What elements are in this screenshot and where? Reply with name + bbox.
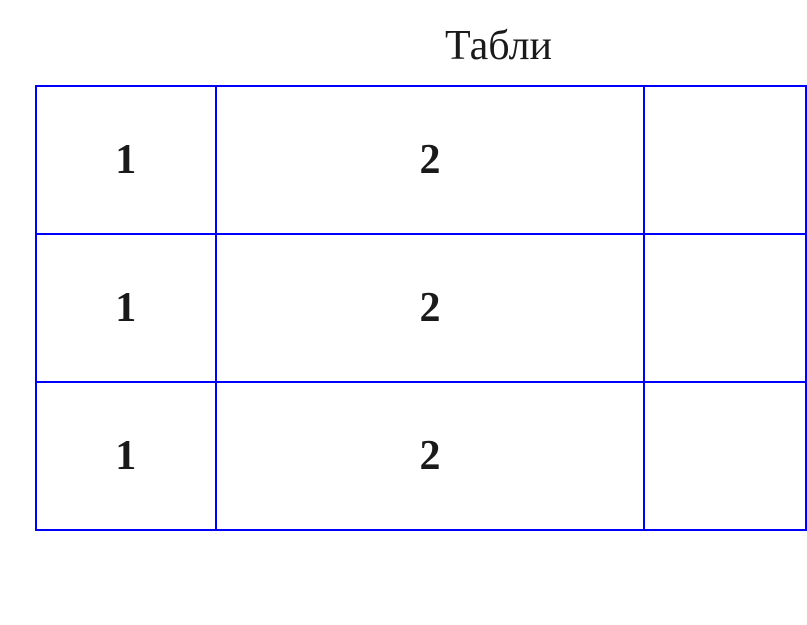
table-cell: 2 [216,234,645,382]
table-cell: 2 [216,86,645,234]
data-table: 1 2 1 2 1 2 [35,85,807,531]
table-row: 1 2 [36,382,806,530]
table-cell: 1 [36,86,216,234]
table-cell: 1 [36,234,216,382]
table-cell: 1 [36,382,216,530]
table-row: 1 2 [36,86,806,234]
table-container: 1 2 1 2 1 2 [35,85,807,531]
table-cell [644,234,806,382]
table-cell [644,382,806,530]
table-cell: 2 [216,382,645,530]
table-row: 1 2 [36,234,806,382]
table-title: Табли [445,22,552,70]
table-cell [644,86,806,234]
